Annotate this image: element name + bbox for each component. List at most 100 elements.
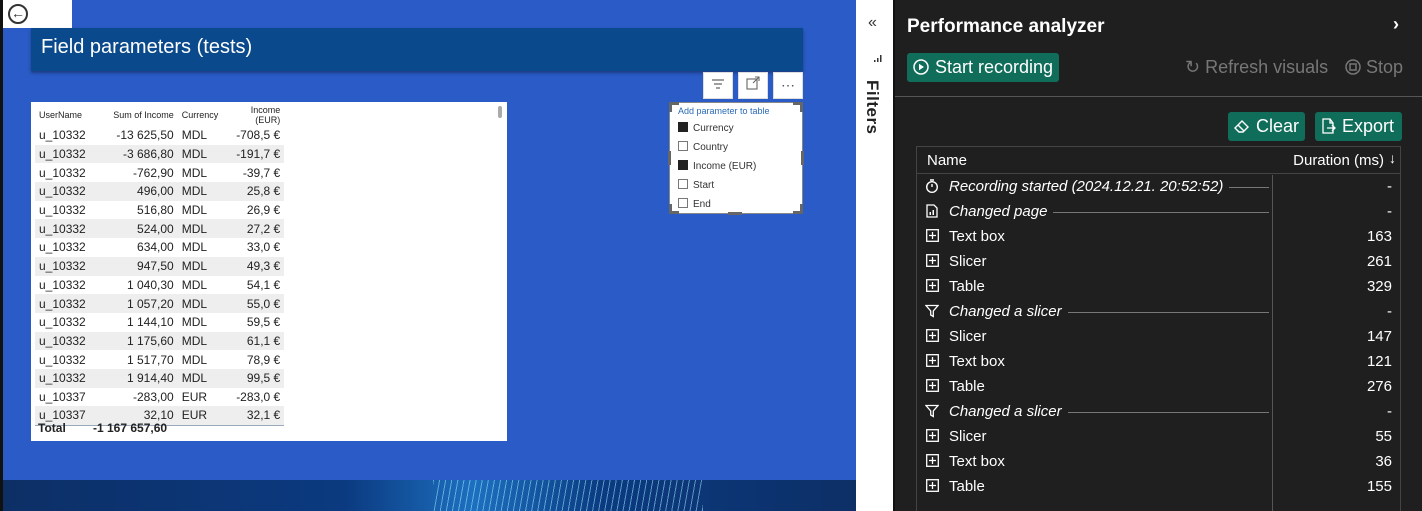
resize-handle[interactable]	[800, 102, 803, 112]
expand-plus-icon[interactable]	[925, 279, 939, 293]
perf-row[interactable]: Changed a slicer -	[917, 400, 1400, 425]
table-cell: 516,80	[137, 203, 174, 218]
start-recording-button[interactable]: Start recording	[907, 53, 1059, 82]
table-row[interactable]: u_10332 1 914,40 MDL 99,5 €	[35, 368, 285, 388]
title-textbox[interactable]: Field parameters (tests)	[31, 28, 803, 71]
perf-row[interactable]: Text box 121	[917, 350, 1400, 375]
clear-button[interactable]: Clear	[1228, 112, 1305, 141]
duration-column-header[interactable]: Duration (ms)	[1293, 152, 1384, 169]
expand-plus-icon[interactable]	[925, 229, 939, 243]
filter-bars-icon	[874, 55, 882, 67]
name-column-header[interactable]: Name	[927, 152, 967, 169]
table-cell: -191,7 €	[222, 144, 285, 164]
expand-plus-icon[interactable]	[925, 429, 939, 443]
expand-plus-icon[interactable]	[925, 479, 939, 493]
slicer-item-end[interactable]: End	[678, 198, 711, 210]
resize-handle[interactable]	[669, 204, 672, 214]
table-visual[interactable]: UserName Sum of Income Currency Income (EUR…	[31, 102, 507, 441]
play-circle-icon	[913, 53, 929, 82]
resize-handle[interactable]	[728, 212, 742, 215]
stopwatch-icon	[925, 179, 939, 194]
perf-row[interactable]: Text box 36	[917, 450, 1400, 475]
table-cell: MDL	[177, 294, 223, 313]
table-row[interactable]: u_10332 496,00 MDL 25,8 €	[35, 182, 285, 201]
table-row[interactable]: u_10332 -762,90 MDL -39,7 €	[35, 163, 284, 182]
chevron-right-icon[interactable]: ›	[1393, 14, 1399, 35]
table-row[interactable]: u_10332 1 040,30 MDL 54,1 €	[35, 276, 284, 295]
back-button[interactable]: ←	[3, 0, 72, 28]
expand-plus-icon[interactable]	[925, 454, 939, 468]
eraser-icon	[1234, 112, 1250, 141]
filters-pane-collapsed[interactable]: « Filters	[856, 0, 893, 511]
table-row[interactable]: u_10332 524,00 MDL 27,2 €	[35, 219, 285, 239]
table-cell: u_10332	[39, 128, 86, 143]
resize-handle[interactable]	[801, 151, 804, 165]
perf-row[interactable]: Slicer 147	[917, 325, 1400, 350]
table-row[interactable]: u_10332 1 517,70 MDL 78,9 €	[35, 350, 284, 369]
perf-row[interactable]: Changed a slicer -	[917, 300, 1400, 325]
export-button[interactable]: Export	[1315, 112, 1402, 141]
table-cell: 1 057,20	[89, 294, 178, 313]
table-row[interactable]: u_10332 -3 686,80 MDL -191,7 €	[35, 144, 285, 164]
perf-row[interactable]: Slicer 261	[917, 250, 1400, 275]
perf-row[interactable]: Recording started (2024.12.21. 20:52:52)…	[917, 175, 1400, 200]
performance-analyzer-pane: Performance analyzer › Start recording ↻…	[893, 0, 1422, 511]
slicer-item-country[interactable]: Country	[678, 141, 728, 153]
table-cell: u_10332	[35, 144, 90, 164]
resize-handle[interactable]	[669, 102, 672, 112]
expand-plus-icon[interactable]	[925, 329, 939, 343]
perf-row[interactable]: Changed page -	[917, 200, 1400, 225]
table-scrollbar[interactable]	[498, 106, 502, 118]
column-header[interactable]: Sum of Income	[90, 104, 178, 126]
checkbox[interactable]	[678, 141, 688, 151]
expand-plus-icon[interactable]	[925, 379, 939, 393]
table-row[interactable]: u_10332 634,00 MDL 33,0 €	[35, 238, 284, 257]
checkbox[interactable]	[678, 198, 688, 208]
perf-row[interactable]: Table 329	[917, 275, 1400, 300]
table-row[interactable]: u_10332 516,80 MDL 26,9 €	[35, 201, 284, 220]
double-chevron-left-icon[interactable]: «	[868, 14, 877, 32]
table-cell: u_10332	[35, 331, 90, 351]
table-cell: u_10332	[39, 277, 86, 292]
table-cell: 78,9 €	[246, 352, 281, 367]
slicer-item-currency[interactable]: Currency	[678, 122, 734, 134]
table-row[interactable]: u_10332 -13 625,50 MDL -708,5 €	[35, 126, 284, 145]
checkbox[interactable]	[678, 122, 688, 132]
funnel-icon	[924, 304, 940, 318]
perf-row[interactable]: Table 155	[917, 475, 1400, 500]
more-options-icon[interactable]: ⋯	[773, 72, 803, 99]
column-header[interactable]: UserName	[35, 104, 90, 126]
parameter-slicer[interactable]: Add parameter to table Currency Country In…	[668, 102, 804, 215]
perf-row[interactable]: Table 276	[917, 375, 1400, 400]
table-cell: 59,5 €	[246, 315, 281, 330]
table-row[interactable]: u_10332 1 057,20 MDL 55,0 €	[35, 294, 285, 313]
expand-plus-icon[interactable]	[925, 354, 939, 368]
perf-row-name: Recording started (2024.12.21. 20:52:52)	[949, 178, 1224, 195]
expand-plus-icon[interactable]	[925, 254, 939, 268]
report-canvas: ← Field parameters (tests) ⋯ UserName Sum…	[0, 0, 859, 511]
table-row[interactable]: u_10332 947,50 MDL 49,3 €	[35, 256, 285, 276]
column-header[interactable]: Currency	[178, 104, 223, 126]
perf-row[interactable]: Slicer 55	[917, 425, 1400, 450]
resize-handle[interactable]	[668, 151, 671, 165]
performance-grid: Name Duration (ms) ↓ Recording started (…	[916, 146, 1401, 511]
table-row[interactable]: u_10337 -283,00 EUR -283,0 €	[35, 388, 284, 407]
slicer-item-start[interactable]: Start	[678, 179, 714, 191]
stop-button[interactable]: Stop	[1345, 57, 1403, 78]
perf-row-name: Table	[949, 478, 985, 495]
focus-mode-icon[interactable]	[738, 72, 768, 99]
perf-row[interactable]: Text box 163	[917, 225, 1400, 250]
slicer-item-income-eur[interactable]: Income (EUR)	[678, 160, 756, 172]
filter-icon[interactable]	[703, 72, 733, 99]
sort-arrow-icon[interactable]: ↓	[1389, 150, 1396, 166]
back-arrow-icon: ←	[8, 4, 28, 24]
perf-row-duration: 276	[1366, 378, 1392, 395]
checkbox[interactable]	[678, 160, 688, 170]
column-header[interactable]: Income (EUR)	[222, 104, 284, 126]
checkbox[interactable]	[678, 179, 688, 189]
table-cell: 1 914,40	[89, 368, 178, 388]
table-row[interactable]: u_10332 1 144,10 MDL 59,5 €	[35, 313, 284, 332]
table-row[interactable]: u_10332 1 175,60 MDL 61,1 €	[35, 331, 285, 351]
refresh-visuals-button[interactable]: ↻ Refresh visuals	[1185, 57, 1328, 78]
resize-handle[interactable]	[800, 204, 803, 214]
